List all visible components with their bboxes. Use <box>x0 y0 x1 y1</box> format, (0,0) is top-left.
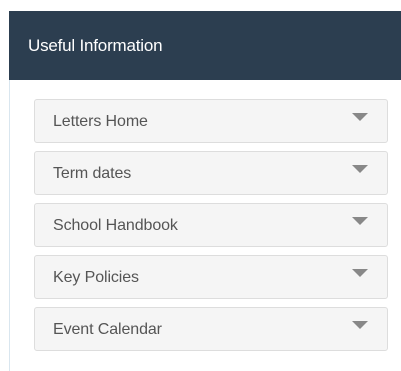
caret-down-icon <box>352 321 368 329</box>
accordion-item-school-handbook[interactable]: School Handbook <box>34 203 388 247</box>
accordion-item-label: Letters Home <box>53 112 148 130</box>
accordion-item-label: Key Policies <box>53 268 139 286</box>
panel-header: Useful Information <box>9 11 401 80</box>
caret-down-icon <box>352 113 368 121</box>
panel-body: Letters Home Term dates School Handbook … <box>9 80 401 371</box>
caret-down-icon <box>352 217 368 225</box>
accordion-item-label: Term dates <box>53 164 132 182</box>
accordion-item-event-calendar[interactable]: Event Calendar <box>34 307 388 351</box>
accordion: Letters Home Term dates School Handbook … <box>34 99 388 359</box>
accordion-item-label: School Handbook <box>53 216 178 234</box>
caret-down-icon <box>352 269 368 277</box>
accordion-item-label: Event Calendar <box>53 320 162 338</box>
accordion-item-key-policies[interactable]: Key Policies <box>34 255 388 299</box>
useful-information-panel: Useful Information Letters Home Term dat… <box>9 11 401 371</box>
panel-title: Useful Information <box>28 36 163 55</box>
caret-down-icon <box>352 165 368 173</box>
accordion-item-term-dates[interactable]: Term dates <box>34 151 388 195</box>
accordion-item-letters-home[interactable]: Letters Home <box>34 99 388 143</box>
